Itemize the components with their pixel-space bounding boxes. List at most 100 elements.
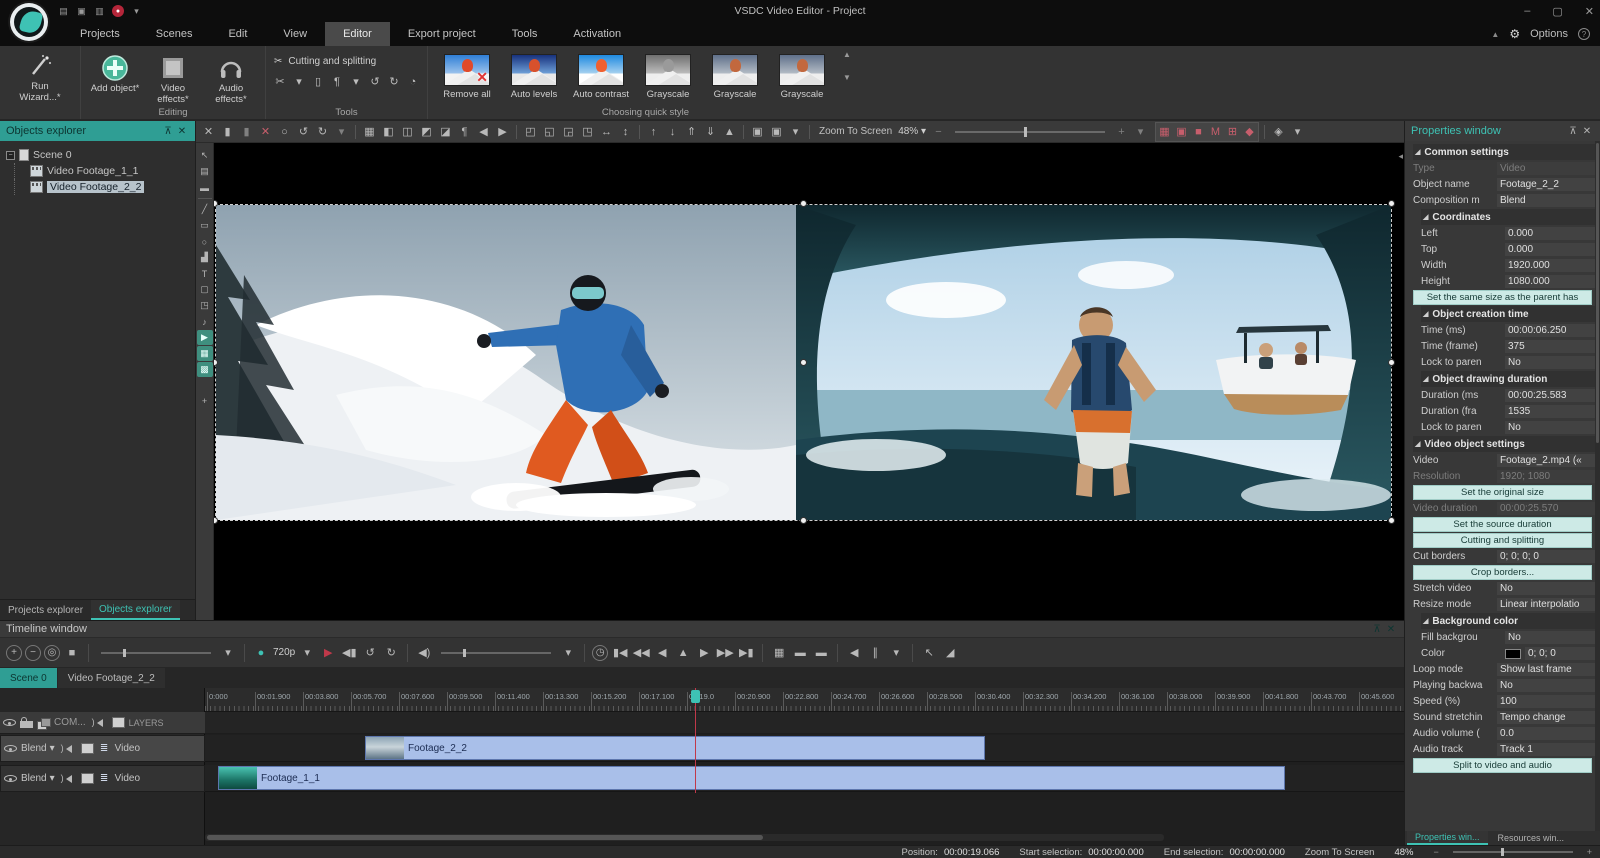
grid-view-icon[interactable]: ▦	[770, 643, 788, 663]
zoom-in-icon[interactable]: +	[1587, 847, 1592, 857]
close-button[interactable]: ✕	[1585, 5, 1594, 18]
add-object-button[interactable]: Add object*	[89, 50, 141, 95]
stretch-h-icon[interactable]: ↔	[598, 123, 615, 141]
volume-dropdown-icon[interactable]: ▾	[559, 643, 577, 663]
close-panel-icon[interactable]: ✕	[1384, 624, 1398, 635]
preview-canvas[interactable]: ◂	[214, 143, 1404, 620]
tl-zoom-in-icon[interactable]: +	[6, 644, 22, 661]
cutting-splitting-button[interactable]: ✂ Cutting and splitting	[274, 56, 419, 67]
menu-item-activation[interactable]: Activation	[555, 22, 639, 46]
property-section-video-object-settings[interactable]: ◢ Video object settings	[1413, 436, 1598, 452]
property-section-common-settings[interactable]: ◢ Common settings	[1413, 144, 1598, 160]
marker-b-icon[interactable]: ▬	[812, 643, 830, 663]
quick-style-grayscale[interactable]: Grayscale	[704, 54, 766, 100]
rewind-icon[interactable]: ◀	[845, 643, 863, 663]
menu-item-tools[interactable]: Tools	[494, 22, 556, 46]
undo-icon[interactable]: ↺	[295, 123, 312, 141]
audio-effects-button[interactable]: Audio effects*	[205, 50, 257, 106]
align-left-icon[interactable]: ◧	[380, 123, 397, 141]
tooltip-tool-icon[interactable]: ◳	[197, 298, 213, 313]
cursor-to-playhead-icon[interactable]: ▲	[674, 643, 692, 663]
track-header-1[interactable]: Blend▾ ≣ Video	[0, 735, 205, 762]
quick-style-remove-all[interactable]: ✕ Remove all	[436, 54, 498, 100]
blend-mode-select[interactable]: Blend ▾	[21, 773, 55, 784]
fit-top-icon[interactable]: ◰	[522, 123, 539, 141]
more-dropdown-icon[interactable]: ▾	[333, 123, 350, 141]
preview-quality-dot-icon[interactable]: ●	[252, 643, 270, 663]
playhead[interactable]	[691, 688, 700, 793]
property-value[interactable]: 1535	[1505, 405, 1598, 418]
target-icon[interactable]: ◈	[1270, 123, 1287, 141]
align-center-icon[interactable]: ◫	[399, 123, 416, 141]
menu-item-edit[interactable]: Edit	[210, 22, 265, 46]
redo-icon[interactable]: ↻	[314, 123, 331, 141]
split-dropdown-icon[interactable]: ▾	[350, 75, 362, 88]
property-value[interactable]: Blend	[1497, 194, 1598, 207]
add-video-tool-icon[interactable]: ▶	[196, 330, 213, 345]
zoom-dropdown-icon[interactable]: ▾	[1132, 123, 1149, 141]
zoom-in-icon[interactable]: +	[1113, 123, 1130, 141]
property-value[interactable]: 0.000	[1505, 227, 1598, 240]
solid-icon[interactable]: ■	[1190, 123, 1207, 141]
tree-node-video-footage_2_2[interactable]: Video Footage_2_2	[4, 179, 191, 195]
align-top-icon[interactable]: ◩	[418, 123, 435, 141]
property-value[interactable]: No	[1497, 582, 1598, 595]
property-value[interactable]: Footage_2_2	[1497, 178, 1598, 191]
maximize-button[interactable]: ▢	[1552, 5, 1562, 18]
counter-tool-icon[interactable]: ♪	[197, 314, 213, 329]
line-tool-icon[interactable]: ╱	[197, 202, 213, 217]
property-section-coordinates[interactable]: ◢ Coordinates	[1421, 209, 1598, 225]
tree-node-scene[interactable]: − Scene 0	[4, 147, 191, 163]
visibility-icon[interactable]	[4, 745, 17, 752]
property-section-object-drawing-duration[interactable]: ◢ Object drawing duration	[1421, 371, 1598, 387]
slider-knob[interactable]	[463, 648, 467, 657]
button-crop-borders-[interactable]: Crop borders...	[1413, 565, 1592, 580]
selection-handle[interactable]	[214, 358, 218, 366]
timeline-tab-scene-0[interactable]: Scene 0	[0, 668, 57, 688]
move-down-icon[interactable]: ↓	[664, 123, 681, 141]
close-panel-icon[interactable]: ✕	[1580, 126, 1594, 137]
property-section-background-color[interactable]: ◢ Background color	[1421, 613, 1598, 629]
quick-style-grayscale[interactable]: Grayscale	[637, 54, 699, 100]
marker-a-icon[interactable]: ▬	[791, 643, 809, 663]
fit-bottom-icon[interactable]: ◱	[541, 123, 558, 141]
property-value[interactable]: 0.000	[1505, 243, 1598, 256]
timeline-slider[interactable]	[441, 648, 552, 657]
order-more-icon[interactable]: ▲	[721, 123, 738, 141]
ripple-mode-icon[interactable]: ◢	[941, 643, 959, 663]
paste-dropdown-icon[interactable]: ▾	[787, 123, 804, 141]
refresh-icon[interactable]: ↻	[382, 643, 400, 663]
go-start-icon[interactable]: ▮◀	[611, 643, 629, 663]
add-audio-tool-icon[interactable]: ▩	[196, 362, 213, 377]
preview-play-icon[interactable]: ▶	[319, 643, 337, 663]
selection-handle[interactable]	[214, 517, 218, 524]
slider-knob[interactable]	[1024, 126, 1027, 137]
quality-dropdown-icon[interactable]: ▾	[298, 643, 316, 663]
zoom-out-icon[interactable]: −	[1433, 847, 1438, 857]
property-value[interactable]: 0.0	[1497, 727, 1598, 740]
properties-scrollbar[interactable]	[1595, 141, 1600, 831]
button-set-the-source-duration[interactable]: Set the source duration	[1413, 517, 1592, 532]
slider-knob[interactable]	[123, 648, 126, 657]
selection-handle[interactable]	[1388, 517, 1395, 524]
menu-item-editor[interactable]: Editor	[325, 22, 390, 46]
pointer-tool-icon[interactable]: ↖	[197, 148, 213, 163]
run-wizard-button[interactable]: Run Wizard...*	[14, 50, 66, 104]
text-tool-icon[interactable]: T	[197, 266, 213, 281]
property-value[interactable]: 1080.000	[1505, 275, 1598, 288]
frame-back-icon[interactable]: ◀▮	[340, 643, 358, 663]
preview-quality-label[interactable]: 720p	[273, 647, 295, 658]
circle-tool-icon[interactable]: ○	[276, 123, 293, 141]
property-value[interactable]: Footage_2.mp4 («	[1497, 454, 1598, 467]
property-value[interactable]: No	[1497, 679, 1598, 692]
zoom-value-dropdown[interactable]: 48% ▾	[898, 126, 926, 137]
quick-style-auto-levels[interactable]: Auto levels	[503, 54, 565, 100]
stretch-v-icon[interactable]: ↕	[617, 123, 634, 141]
tl-stop-icon[interactable]: ■	[63, 643, 81, 663]
canvas-zoom-slider[interactable]	[955, 126, 1105, 137]
record-icon[interactable]: ●	[112, 5, 124, 17]
rotate-custom-icon[interactable]: ◔	[407, 76, 419, 88]
copy-style-icon[interactable]: ▣	[749, 123, 766, 141]
prev-scene-icon[interactable]: ◀◀	[632, 643, 650, 663]
clip-tool-icon[interactable]: ▬	[197, 180, 213, 195]
